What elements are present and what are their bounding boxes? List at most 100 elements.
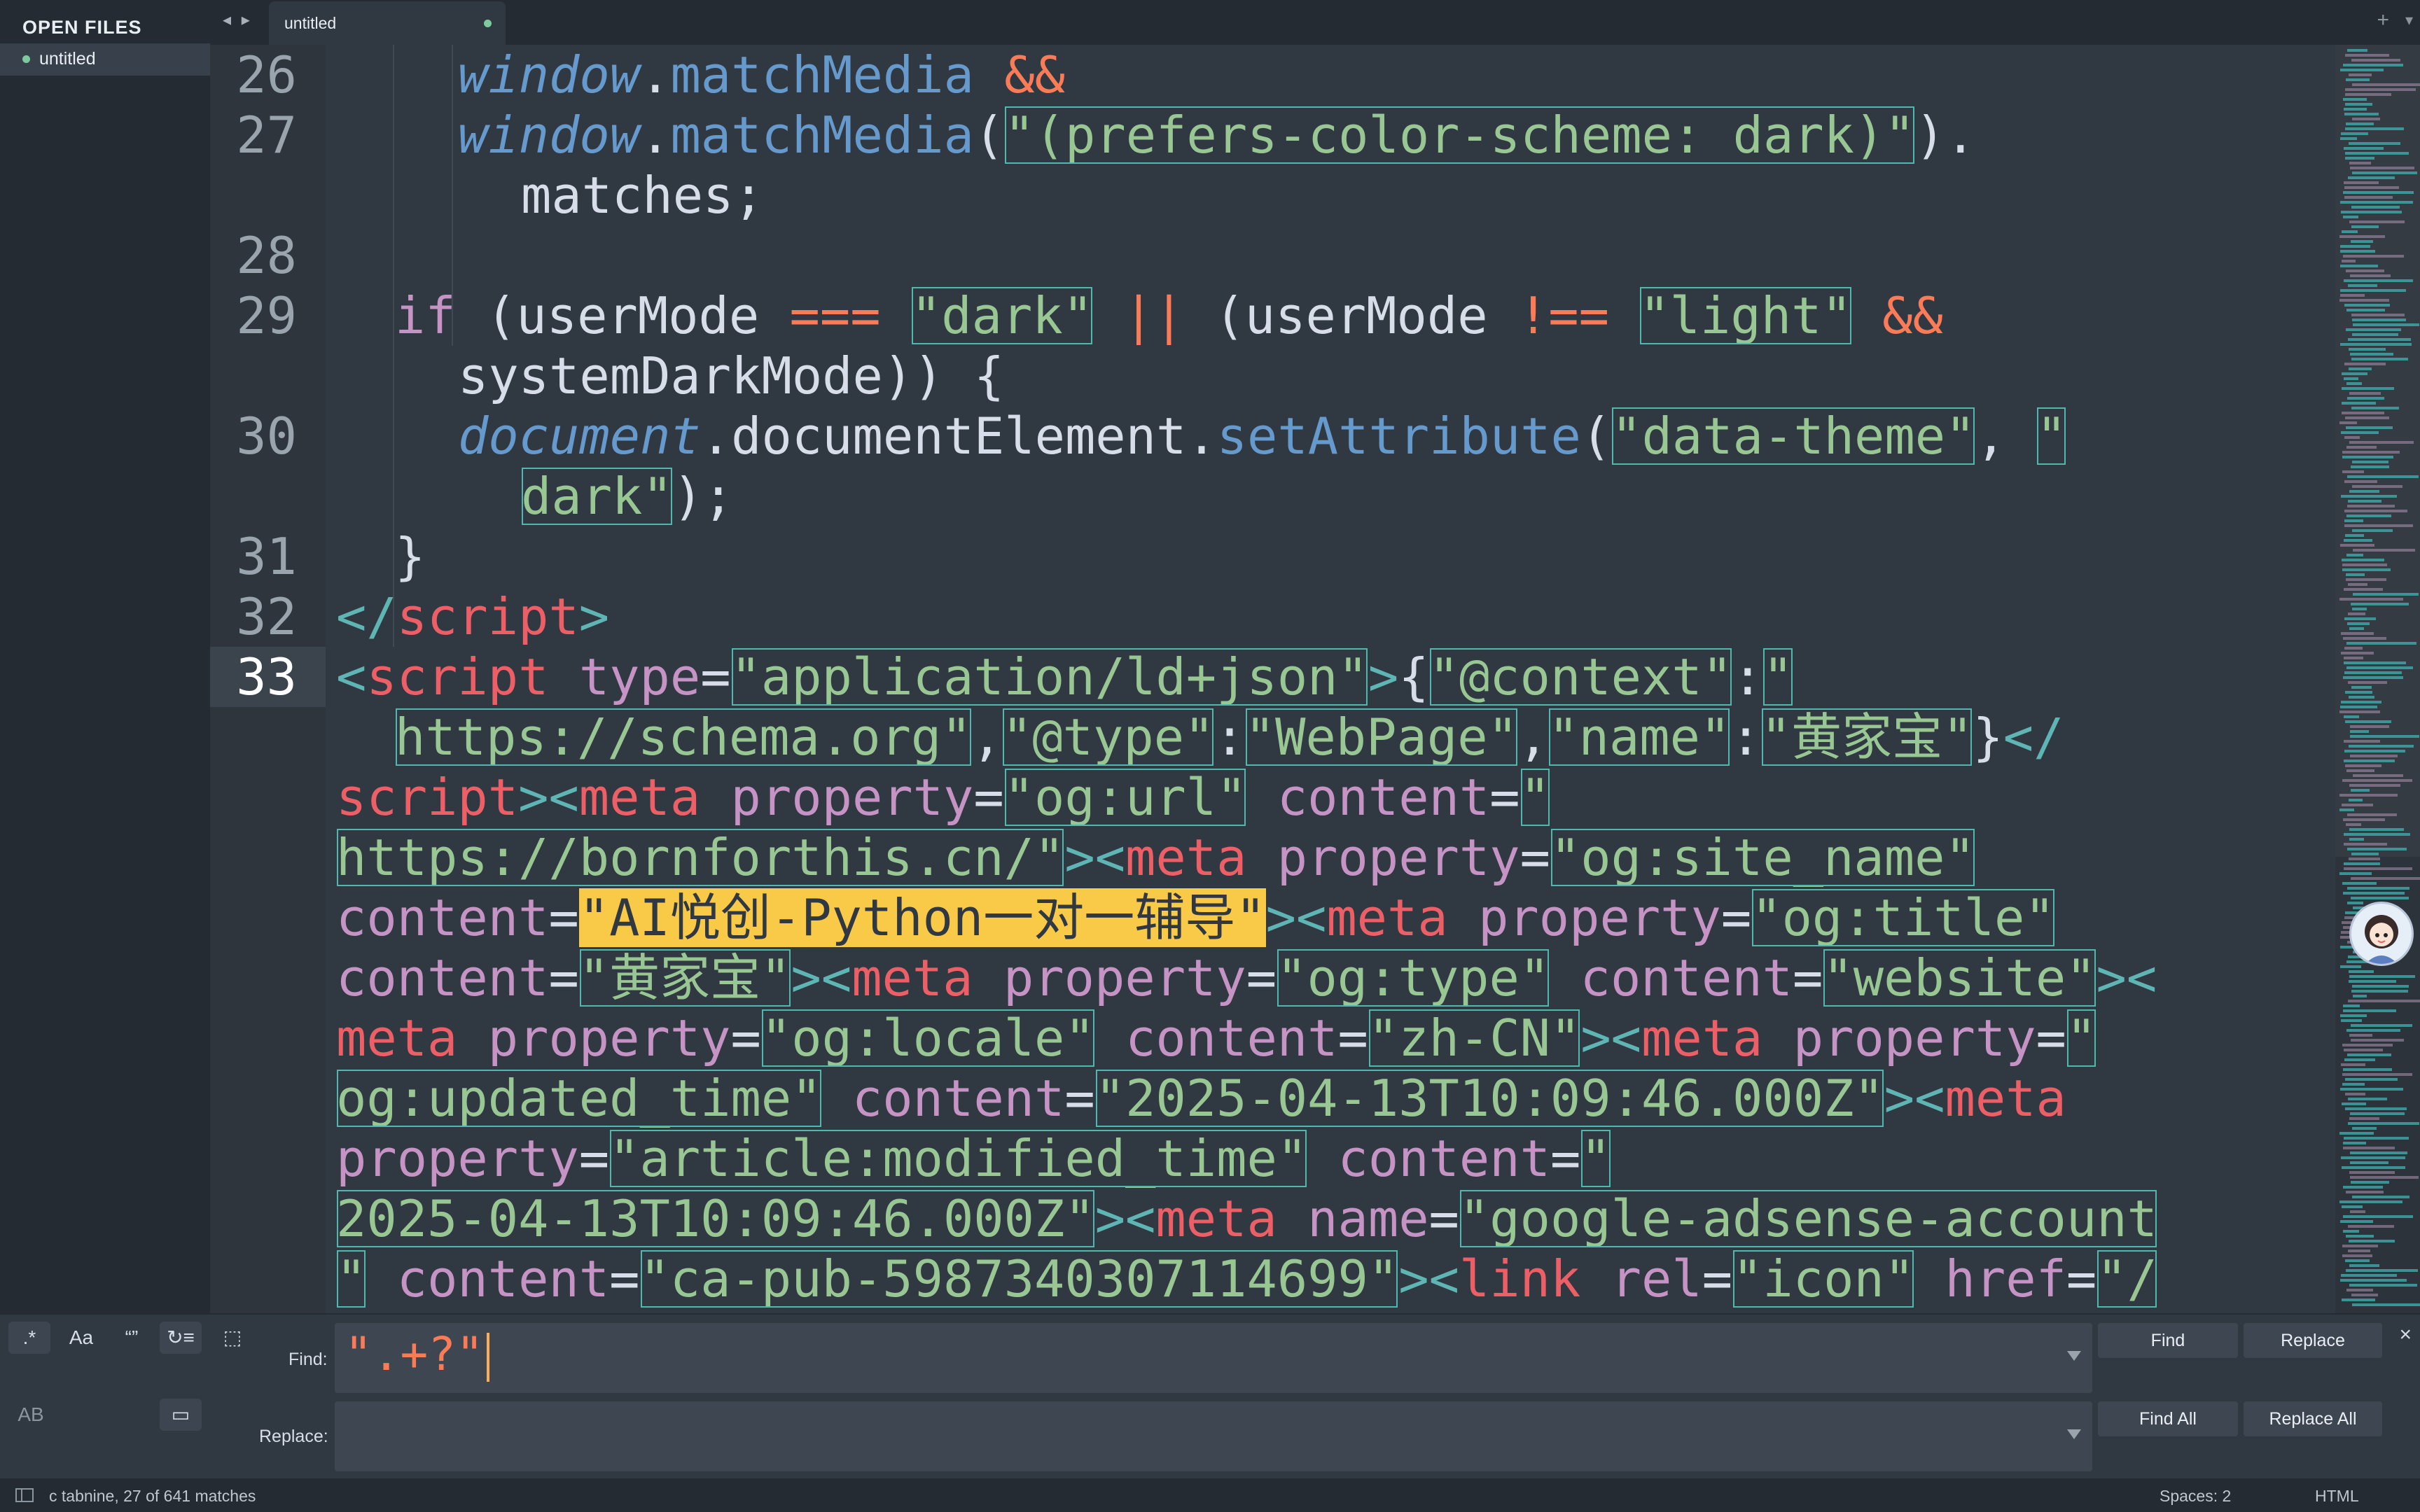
code-line[interactable]: content="黄家宝"><meta property="og:type" c… <box>336 948 2157 1008</box>
minimap-line <box>2352 172 2417 174</box>
string-match: "icon" <box>1732 1250 1915 1308</box>
minimap-line <box>2351 853 2379 855</box>
preserve-case-toggle[interactable]: AB <box>10 1399 52 1431</box>
open-file-item[interactable]: untitled <box>0 43 210 76</box>
code-line[interactable]: document.documentElement.setAttribute("d… <box>458 406 2066 466</box>
minimap-line <box>2345 1259 2370 1262</box>
find-all-button[interactable]: Find All <box>2098 1401 2238 1436</box>
minimap-line <box>2342 568 2391 571</box>
minimap-line <box>2350 725 2389 728</box>
minimap-line <box>2351 990 2408 993</box>
new-tab-icon[interactable]: + <box>2377 8 2389 32</box>
code-line[interactable]: dark"); <box>521 466 733 526</box>
highlight-matches-toggle[interactable]: ▭ <box>160 1399 202 1431</box>
tag-name: meta <box>1326 888 1448 947</box>
line-number: 31 <box>236 527 297 586</box>
code-line[interactable]: property="article:modified_time" content… <box>336 1128 1611 1189</box>
tag-name: meta <box>851 948 973 1007</box>
minimap-line <box>2342 402 2376 405</box>
tab-menu-chevron-icon[interactable]: ▾ <box>2405 11 2413 29</box>
minimap-line <box>2341 1274 2397 1277</box>
string-match: "og:locale" <box>760 1009 1095 1068</box>
minimap-line <box>2344 750 2405 752</box>
code-line[interactable]: } <box>395 526 425 587</box>
code-text: ). <box>1914 106 1976 164</box>
case-sensitive-toggle[interactable]: Aa <box>60 1322 102 1354</box>
code-line[interactable]: script><meta property="og:url" content=" <box>336 767 1550 827</box>
minimap-line <box>2345 93 2391 96</box>
tab-unsaved-dot-icon[interactable] <box>484 20 492 27</box>
indentation-status[interactable]: Spaces: 2 <box>2160 1487 2231 1506</box>
line-number: 32 <box>236 587 297 646</box>
find-button[interactable]: Find <box>2098 1323 2238 1358</box>
minimap-line <box>2344 867 2412 870</box>
code-line[interactable]: if (userMode === "dark" || (userMode !==… <box>395 286 1943 346</box>
tab-nav-arrows-icon[interactable]: ◂ ▸ <box>223 10 253 30</box>
line-number: 30 <box>236 407 297 465</box>
minimap-line <box>2342 1254 2372 1257</box>
minimap-line <box>2343 1142 2366 1144</box>
minimap-line <box>2349 1284 2417 1287</box>
open-files-title: OPEN FILES <box>22 17 142 38</box>
find-label: Find: <box>288 1350 328 1369</box>
attribute-name: property <box>1277 828 1520 887</box>
minimap-line <box>2346 122 2374 125</box>
replace-all-button[interactable]: Replace All <box>2244 1401 2382 1436</box>
close-find-panel-icon[interactable]: × <box>2399 1323 2412 1347</box>
in-selection-toggle[interactable]: ⬚ <box>211 1322 253 1354</box>
assistant-avatar-icon[interactable] <box>2349 902 2414 966</box>
code-line[interactable]: <script type="application/ld+json">{"@co… <box>336 647 1793 707</box>
code-line[interactable]: https://schema.org","@type":"WebPage","n… <box>395 707 2064 767</box>
code-line[interactable]: matches; <box>521 165 764 225</box>
string-match: " <box>1580 1129 1611 1188</box>
code-text: ( <box>973 106 1005 164</box>
toggle-sidebar-icon[interactable] <box>15 1488 34 1502</box>
regex-toggle[interactable]: .* <box>8 1322 50 1354</box>
minimap-line <box>2348 176 2395 179</box>
attribute-name: property <box>730 768 974 827</box>
find-history-chevron-icon[interactable] <box>2067 1351 2081 1361</box>
line-number: 26 <box>236 46 297 104</box>
find-input[interactable]: ".+?" <box>335 1323 2092 1393</box>
string-match: " <box>1762 648 1793 706</box>
syntax-status[interactable]: HTML <box>2315 1487 2359 1506</box>
code-text: : <box>1730 708 1761 766</box>
code-line[interactable]: content="AI悦创-Python一对一辅导"><meta propert… <box>336 888 2055 948</box>
code-line[interactable]: og:updated_time" content="2025-04-13T10:… <box>336 1068 2066 1128</box>
code-line[interactable]: meta property="og:locale" content="zh-CN… <box>336 1008 2096 1068</box>
code-line[interactable]: systemDarkMode)) { <box>458 346 1004 406</box>
minimap-line <box>2346 573 2365 576</box>
find-panel: .* Aa “” ↻≡ ⬚ AB ▭ Find: ".+?" Replace: … <box>0 1313 2420 1480</box>
string-match: " <box>336 1250 367 1308</box>
code-line[interactable]: window.matchMedia && <box>458 45 1065 105</box>
code-line[interactable]: " content="ca-pub-5987340307114699"><lin… <box>336 1249 2157 1309</box>
code-editor[interactable]: window.matchMedia && window.matchMedia("(… <box>326 45 2335 1313</box>
whole-word-toggle[interactable]: “” <box>111 1322 153 1354</box>
string-match: "application/ld+json" <box>730 648 1368 706</box>
code-line[interactable]: https://bornforthis.cn/"><meta property=… <box>336 827 1975 888</box>
string-match: https://schema.org" <box>395 708 972 766</box>
minimap-line <box>2343 818 2385 821</box>
string-match: "2025-04-13T10:09:46.000Z" <box>1094 1069 1884 1128</box>
string-match: https://bornforthis.cn/" <box>336 828 1065 887</box>
code-text: = <box>1550 1129 1581 1188</box>
code-line[interactable]: </script> <box>336 587 609 647</box>
replace-button[interactable]: Replace <box>2244 1323 2382 1358</box>
tag-name: meta <box>1945 1069 2066 1128</box>
code-line[interactable]: window.matchMedia("(prefers-color-scheme… <box>458 105 1975 165</box>
tab-untitled[interactable]: untitled <box>269 1 506 45</box>
wrap-toggle[interactable]: ↻≡ <box>160 1322 202 1354</box>
code-line[interactable]: 2025-04-13T10:09:46.000Z"><meta name="go… <box>336 1189 2157 1249</box>
minimap-line <box>2345 416 2389 419</box>
minimap-line <box>2339 1200 2402 1203</box>
code-text: = <box>578 1129 610 1188</box>
replace-input[interactable] <box>335 1401 2092 1471</box>
tag-bracket: >< <box>518 768 579 827</box>
string-match: "og:type" <box>1277 948 1550 1007</box>
minimap[interactable] <box>2335 45 2420 1313</box>
minimap-line <box>2339 710 2380 713</box>
replace-history-chevron-icon[interactable] <box>2067 1429 2081 1439</box>
